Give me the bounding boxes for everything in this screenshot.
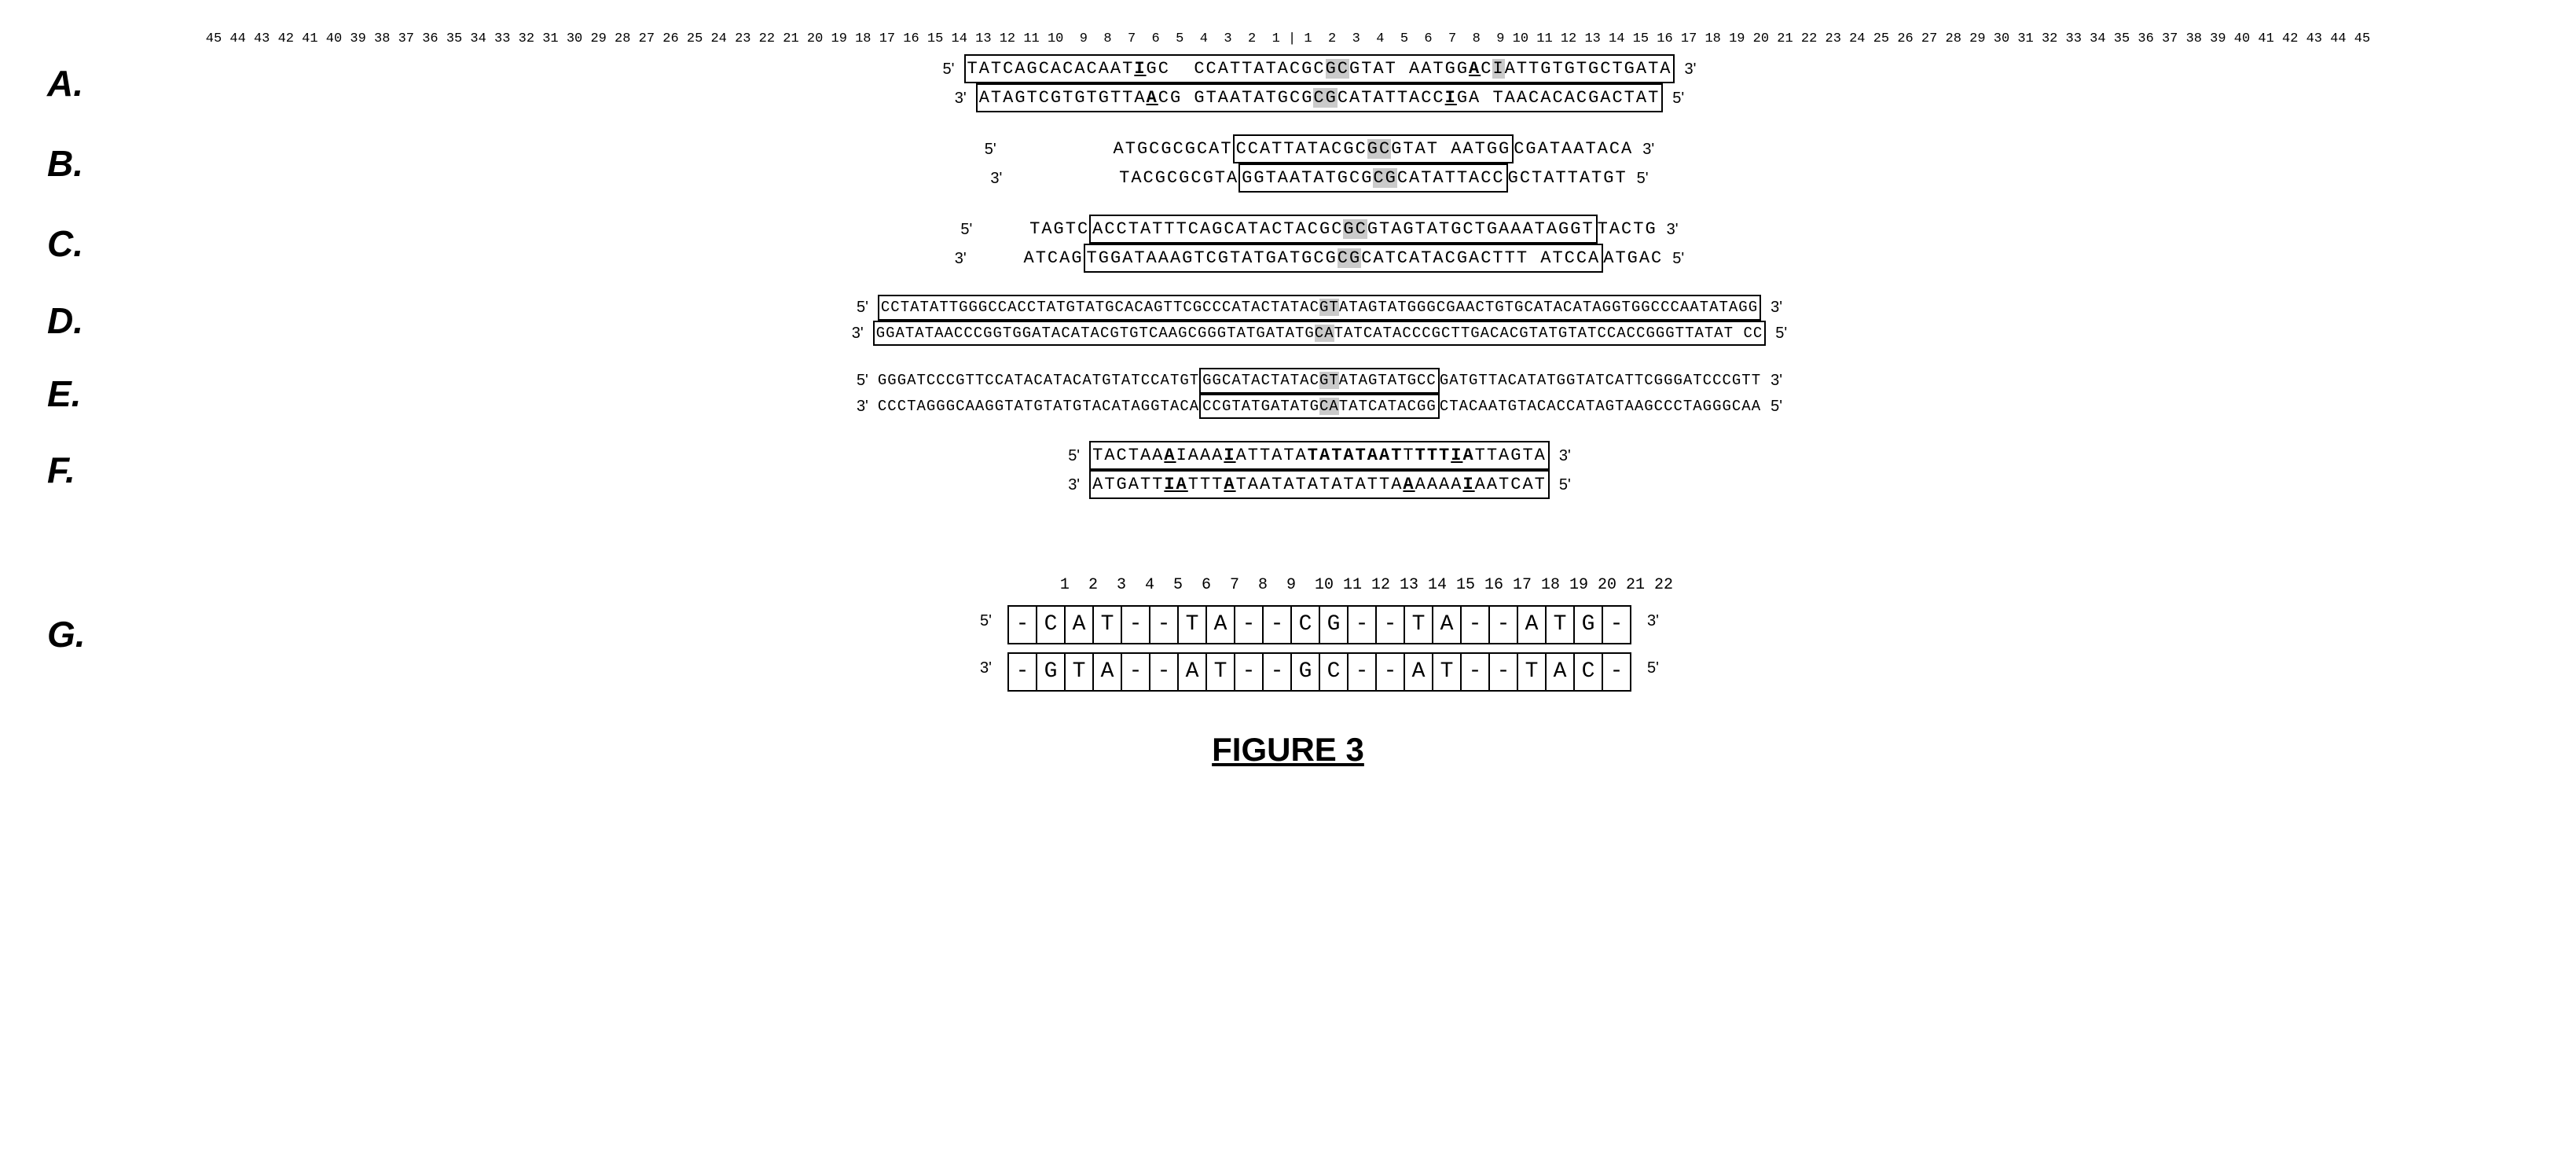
section-b: B. 5' ATGCGCGCATCCATTATACGCGCGTAT AATGGC… (47, 134, 2529, 193)
section-c-bottom: 3' ATCAGTGGATAAAGTCGTATGATGCGCGCATCATACG… (955, 244, 1684, 273)
strand-5-end: 5' (1672, 86, 1684, 110)
section-e-content: 5' GGGATCCCGTTCCATACATACATGTATCCATGTGGCA… (110, 368, 2529, 419)
section-d-top-seq: CCTATATTGGGCCACCTATGTATGCACAGTTCGCCCATAC… (878, 295, 1761, 321)
section-e-top-seq: GGGATCCCGTTCCATACATACATGTATCCATGTGGCATAC… (878, 368, 1761, 394)
section-b-top: 5' ATGCGCGCATCCATTATACGCGCGTAT AATGGCGAT… (985, 134, 1654, 163)
section-c: C. 5' TAGTCACCTATTTCAGCATACTACGCGCGTAGTA… (47, 215, 2529, 273)
section-e-bottom-seq: CCCTAGGGCAAGGTATGTATGTACATAGGTACACCGTATG… (878, 394, 1761, 420)
section-c-label: C. (47, 222, 110, 265)
section-g-label: G. (47, 613, 110, 655)
top-ruler: 45 44 43 42 41 40 39 38 37 36 35 34 33 3… (47, 31, 2529, 46)
g-bottom-table: - G T A - - A T - - G C - - A (1007, 652, 1631, 692)
section-b-label: B. (47, 142, 110, 185)
section-f-label: F. (47, 449, 110, 491)
section-a: A. 5' TATCAGCACACAATIGC CCATTATACGCGCGTA… (47, 54, 2529, 112)
g-top-table: - C A T - - T A - - C G - - T (1007, 605, 1631, 644)
section-d: D. 5' CCTATATTGGGCCACCTATGTATGCACAGTTCGC… (47, 295, 2529, 346)
section-e: E. 5' GGGATCCCGTTCCATACATACATGTATCCATGTG… (47, 368, 2529, 419)
section-a-bottom-seq: ATAGTCGTGTGTTAACG GTAATATGCGCGCATATTACCI… (976, 83, 1664, 112)
section-b-bottom: 3' TACGCGCGTAGGTAATATGCGCGCATATTACCGCTAT… (990, 163, 1648, 193)
strand-3-label: 3' (955, 86, 967, 110)
section-f-top: 5' TACTAAAIAAAIATTATATATATAATTTTTIATTAGT… (1068, 441, 1571, 470)
section-d-top: 5' CCTATATTGGGCCACCTATGTATGCACAGTTCGCCCA… (857, 295, 1782, 321)
section-c-content: 5' TAGTCACCTATTTCAGCATACTACGCGCGTAGTATGC… (110, 215, 2529, 273)
section-e-bottom: 3' CCCTAGGGCAAGGTATGTATGTACATAGGTACACCGT… (857, 394, 1782, 420)
section-f-content: 5' TACTAAAIAAAIATTATATATATAATTTTTIATTAGT… (110, 441, 2529, 499)
section-g-content: 1 2 3 4 5 6 7 8 9 10 11 12 13 14 15 16 1… (110, 576, 2529, 692)
section-f-bottom: 3' ATGATTIATTTATAATATATATATTAAAAAAIAATCA… (1068, 470, 1571, 499)
figure-title: FIGURE 3 (47, 731, 2529, 769)
section-b-content: 5' ATGCGCGCATCCATTATACGCGCGTAT AATGGCGAT… (110, 134, 2529, 193)
section-a-bottom-strand: 3' ATAGTCGTGTGTTAACG GTAATATGCGCGCATATTA… (955, 83, 1684, 112)
section-a-top-seq: TATCAGCACACAATIGC CCATTATACGCGCGTAT AATG… (964, 54, 1675, 83)
section-g-top: 5' - C A T - - T A - - C G (980, 597, 1659, 644)
section-f: F. 5' TACTAAAIAAAIATTATATATATAATTTTTIATT… (47, 441, 2529, 499)
g-col-numbers: 1 2 3 4 5 6 7 8 9 10 11 12 13 14 15 16 1… (1013, 576, 1673, 594)
section-e-top: 5' GGGATCCCGTTCCATACATACATGTATCCATGTGGCA… (857, 368, 1782, 394)
section-c-top-seq: TAGTCACCTATTTCAGCATACTACGCGCGTAGTATGCTGA… (982, 215, 1657, 244)
figure-container: 45 44 43 42 41 40 39 38 37 36 35 34 33 3… (47, 31, 2529, 769)
section-b-bottom-seq: TACGCGCGTAGGTAATATGCGCGCATATTACCGCTATTAT… (1011, 163, 1627, 193)
section-d-bottom: 3' GGATATAACCCGGTGGATACATACGTGTCAAGCGGGT… (852, 321, 1788, 347)
strand-3-end: 3' (1684, 57, 1696, 81)
section-f-top-seq: TACTAAAIAAAIATTATATATATAATTTTTIATTAGTA (1089, 441, 1550, 470)
strand-5-label: 5' (943, 57, 955, 81)
section-g: G. 1 2 3 4 5 6 7 8 9 10 11 12 13 14 15 1… (47, 576, 2529, 692)
section-d-bottom-seq: GGATATAACCCGGTGGATACATACGTGTCAAGCGGGTATG… (873, 321, 1767, 347)
section-a-content: 5' TATCAGCACACAATIGC CCATTATACGCGCGTAT A… (110, 54, 2529, 112)
section-a-label: A. (47, 62, 110, 105)
section-g-bottom: 3' - G T A - - A T - - G C (980, 644, 1659, 692)
section-a-top-strand: 5' TATCAGCACACAATIGC CCATTATACGCGCGTAT A… (943, 54, 1697, 83)
section-d-content: 5' CCTATATTGGGCCACCTATGTATGCACAGTTCGCCCA… (110, 295, 2529, 346)
section-c-top: 5' TAGTCACCTATTTCAGCATACTACGCGCGTAGTATGC… (960, 215, 1678, 244)
section-c-bottom-seq: ATCAGTGGATAAAGTCGTATGATGCGCGCATCATACGACT… (976, 244, 1664, 273)
section-d-label: D. (47, 299, 110, 342)
section-b-top-seq: ATGCGCGCATCCATTATACGCGCGTAT AATGGCGATAAT… (1006, 134, 1634, 163)
ruler-numbers: 45 44 43 42 41 40 39 38 37 36 35 34 33 3… (206, 31, 2370, 46)
section-f-bottom-seq: ATGATTIATTTATAATATATATATTAAAAAAIAATCAT (1089, 470, 1550, 499)
section-e-label: E. (47, 373, 110, 415)
